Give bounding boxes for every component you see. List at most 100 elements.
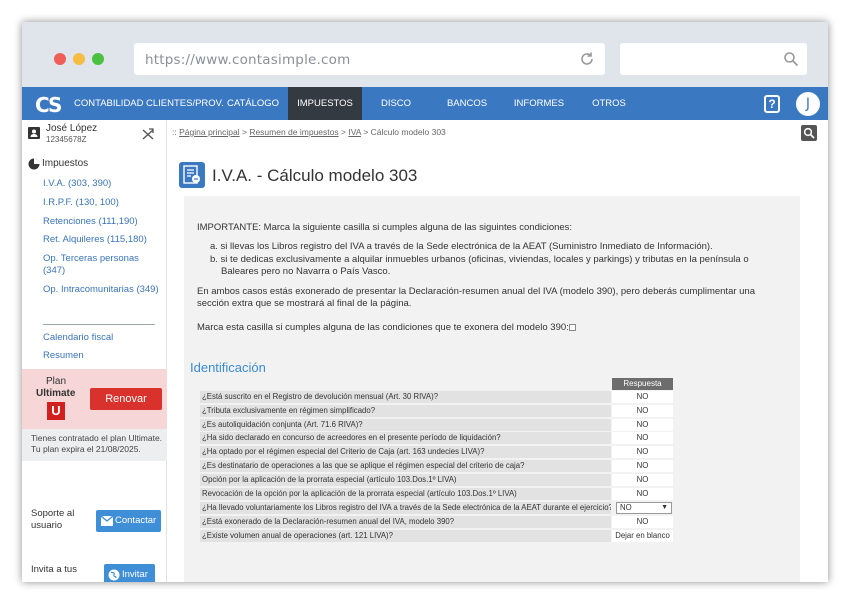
maximize-window-button[interactable]	[92, 53, 104, 65]
question-text: ¿Ha llevado voluntariamente los Libros r…	[200, 502, 611, 514]
contact-label: Contactar	[115, 515, 157, 526]
pie-chart-icon	[28, 158, 40, 170]
table-row: ¿Está exonerado de la Declaración-resume…	[200, 516, 673, 528]
url-text: https://www.contasimple.com	[145, 52, 351, 68]
nav-bancos[interactable]: BANCOS	[440, 87, 494, 120]
breadcrumb-iva[interactable]: IVA	[348, 127, 361, 137]
table-row: Revocación de la opción por la aplicació…	[200, 488, 673, 500]
identificacion-heading: Identificación	[190, 360, 266, 375]
page-search-button[interactable]	[801, 125, 817, 141]
sidebar-item-intracomunitarias[interactable]: Op. Intracomunitarias (349)	[43, 284, 159, 296]
exoneration-checkbox[interactable]	[569, 324, 576, 331]
answer-value: NO	[612, 446, 673, 458]
plan-name: Ultimate	[36, 388, 76, 399]
contact-button[interactable]: Contactar	[96, 510, 161, 532]
condition-a: a. si llevas los Libros registro del IVA…	[210, 241, 713, 252]
table-row: ¿Existe volumen anual de operaciones (ar…	[200, 530, 673, 542]
plan-box: Plan Ultimate U Renovar	[22, 369, 167, 429]
address-bar[interactable]: https://www.contasimple.com	[134, 43, 605, 75]
dropdown-arrow-icon: ▼	[661, 504, 668, 511]
question-text: ¿Ha optado por el régimen especial del C…	[200, 446, 611, 458]
user-id: 12345678Z	[46, 135, 87, 144]
support-label-2: usuario	[31, 520, 63, 531]
sidebar-item-resumen[interactable]: Resumen	[43, 350, 84, 362]
question-text: ¿Es destinatario de operaciones a las qu…	[200, 460, 611, 472]
reload-icon[interactable]	[579, 51, 595, 67]
nav-otros[interactable]: OTROS	[584, 87, 634, 120]
search-icon	[803, 127, 815, 139]
help-icon[interactable]: ?	[764, 95, 780, 113]
breadcrumb-current: Cálculo modelo 303	[370, 127, 446, 137]
contasimple-logo[interactable]: CS	[35, 93, 62, 117]
select-value: NO	[620, 503, 632, 512]
nav-informes[interactable]: INFORMES	[508, 87, 570, 120]
main-nav: CS CONTABILIDAD CLIENTES/PROV. CATÁLOGO …	[22, 87, 828, 142]
answer-value: NO	[612, 474, 673, 486]
condition-b-line2: Baleares pero no Navarra o País Vasco.	[221, 266, 391, 277]
sidebar-item-iva[interactable]: I.V.A. (303, 390)	[43, 178, 111, 190]
breadcrumb-sep: >	[241, 127, 247, 137]
exoneration-text-1: En ambos casos estás exonerado de presen…	[197, 286, 755, 297]
nav-impuestos[interactable]: IMPUESTOS	[288, 87, 362, 120]
breadcrumb-home[interactable]: Página principal	[179, 127, 239, 137]
answer-column-header: Respuesta	[612, 378, 673, 390]
switch-user-icon[interactable]	[142, 128, 154, 140]
question-text: ¿Ha sido declarado en concurso de acreed…	[200, 432, 611, 444]
invite-button[interactable]: Invitar	[104, 564, 155, 582]
plan-label: Plan	[46, 376, 67, 387]
user-avatar[interactable]: J	[795, 91, 821, 117]
ultimate-badge: U	[47, 402, 65, 420]
user-card-icon	[28, 127, 40, 139]
sidebar-divider	[43, 324, 155, 325]
exoneration-checkbox-label: Marca esta casilla si cumples alguna de …	[197, 322, 569, 333]
table-row: ¿Es destinatario de operaciones a las qu…	[200, 460, 673, 472]
plan-info-line2: Tu plan expira el 21/08/2025.	[31, 444, 141, 454]
sidebar-item-retenciones[interactable]: Retenciones (111,190)	[43, 216, 138, 228]
sidebar-item-irpf[interactable]: I.R.P.F. (130, 100)	[43, 197, 119, 209]
table-row: ¿Es autoliquidación conjunta (Art. 71.6 …	[200, 419, 673, 431]
nav-contabilidad[interactable]: CONTABILIDAD	[74, 87, 144, 120]
minimize-window-button[interactable]	[73, 53, 85, 65]
breadcrumb-summary[interactable]: Resumen de impuestos	[249, 127, 338, 137]
breadcrumb-sep: >	[340, 127, 346, 137]
table-row: ¿Ha sido declarado en concurso de acreed…	[200, 432, 673, 444]
browser-window: https://www.contasimple.com CS CONTABILI…	[22, 22, 828, 582]
answer-value: Dejar en blanco	[612, 530, 673, 542]
sidebar-item-ret-alquileres[interactable]: Ret. Alquileres (115,180)	[43, 234, 147, 246]
close-window-button[interactable]	[54, 53, 66, 65]
libros-registro-select[interactable]: NO ▼	[616, 502, 672, 514]
search-icon	[784, 52, 799, 67]
breadcrumb: :: Página principal > Resumen de impuest…	[172, 127, 446, 137]
section-impuestos: Impuestos	[42, 158, 89, 169]
table-row: ¿Ha optado por el régimen especial del C…	[200, 446, 673, 458]
support-label-1: Soporte al	[31, 508, 75, 519]
answer-value: NO	[612, 432, 673, 444]
answer-value: NO	[612, 460, 673, 472]
exoneration-text-2: sección extra que se mostrará al final d…	[197, 298, 412, 309]
answer-value: NO	[612, 419, 673, 431]
question-text: ¿Está suscrito en el Registro de devoluc…	[200, 391, 611, 403]
answer-value: NO	[612, 488, 673, 500]
nav-disco-virtual[interactable]: DISCO VIRTUAL	[362, 87, 430, 142]
question-text: ¿Existe volumen anual de operaciones (ar…	[200, 530, 611, 542]
plan-info: Tienes contratado el plan Ultimate. Tu p…	[22, 429, 167, 461]
question-text: ¿Está exonerado de la Declaración-resume…	[200, 516, 611, 528]
sidebar-item-calendario[interactable]: Calendario fiscal	[43, 332, 113, 344]
sidebar-item-terceras[interactable]: Op. Terceras personas (347)	[43, 253, 153, 277]
important-notice: IMPORTANTE: Marca la siguiente casilla s…	[197, 222, 573, 233]
question-text: ¿Es autoliquidación conjunta (Art. 71.6 …	[200, 419, 611, 431]
answer-value: NO	[612, 516, 673, 528]
renew-button[interactable]: Renovar	[90, 388, 162, 410]
user-box: José López 12345678Z	[22, 120, 167, 148]
nav-clientes[interactable]: CLIENTES/PROV.	[146, 87, 224, 120]
browser-search-input[interactable]	[620, 43, 807, 75]
plan-info-line1: Tienes contratado el plan Ultimate.	[31, 433, 163, 443]
mail-icon	[101, 516, 113, 526]
calculator-doc-icon	[179, 162, 205, 188]
user-name: José López	[46, 123, 98, 134]
table-row: ¿Está suscrito en el Registro de devoluc…	[200, 391, 673, 403]
nav-catalogo[interactable]: CATÁLOGO	[222, 87, 284, 120]
page-title: I.V.A. - Cálculo modelo 303	[212, 166, 418, 185]
answer-value: NO	[612, 405, 673, 417]
browser-chrome: https://www.contasimple.com	[22, 22, 828, 87]
